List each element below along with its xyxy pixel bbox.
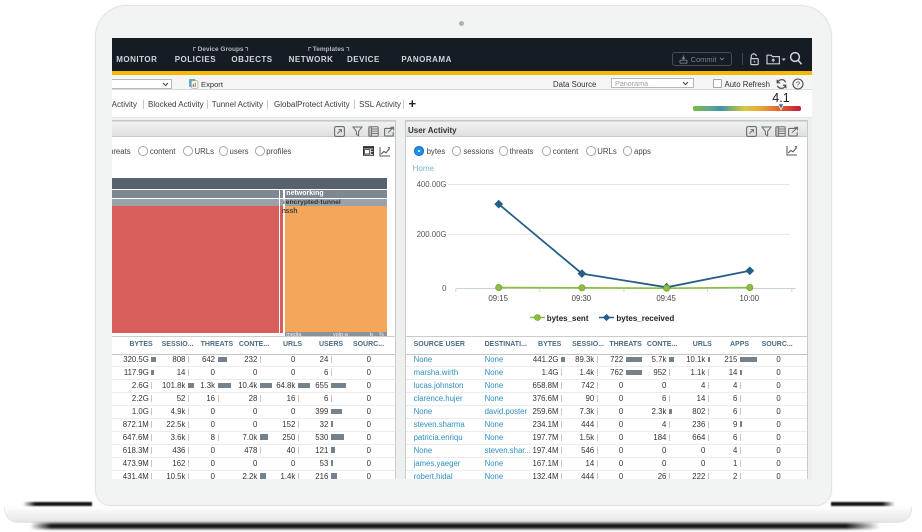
svg-text:?: ? [796,79,800,88]
